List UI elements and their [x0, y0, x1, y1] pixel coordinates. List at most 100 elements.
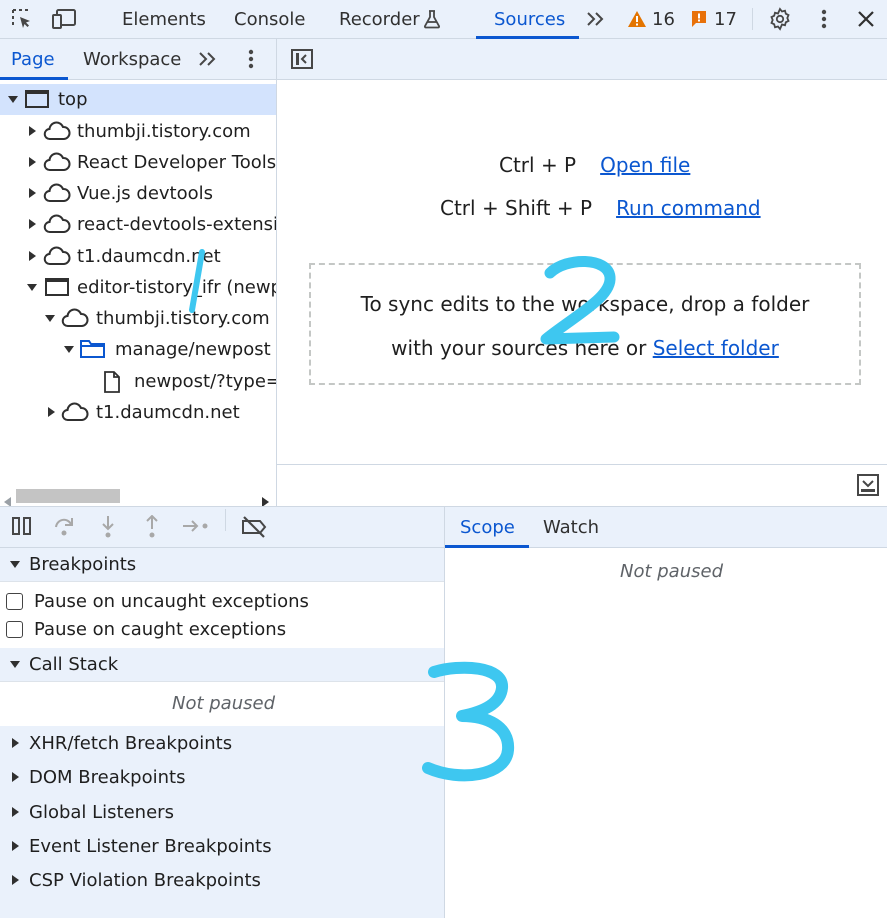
- folder-icon: [79, 338, 107, 365]
- expand-arrow-icon[interactable]: [48, 407, 55, 417]
- expand-arrow-icon[interactable]: [29, 251, 36, 261]
- warning-icon[interactable]: [626, 0, 648, 38]
- cloud-icon: [42, 151, 72, 178]
- global-listeners-pane-header[interactable]: Global Listeners: [0, 795, 444, 829]
- tab-elements[interactable]: Elements: [122, 0, 206, 38]
- dom-breakpoints-pane-header[interactable]: DOM Breakpoints: [0, 760, 444, 794]
- expand-arrow-icon[interactable]: [29, 157, 36, 167]
- tab-recorder[interactable]: Recorder: [339, 0, 420, 38]
- file-icon: [102, 370, 122, 399]
- tab-watch[interactable]: Watch: [543, 507, 599, 547]
- annotation-number-two: [540, 256, 620, 345]
- main-toolbar: Elements Console Recorder Sources 16 17: [0, 0, 887, 39]
- gear-icon[interactable]: [767, 0, 793, 38]
- cloud-icon: [42, 182, 72, 209]
- shortcut-open-file: Ctrl + P Open file: [499, 153, 691, 177]
- tree-item[interactable]: manage/newpost: [0, 334, 276, 365]
- select-folder-link[interactable]: Select folder: [653, 336, 779, 360]
- warnings-count: 16: [652, 8, 675, 30]
- tree-item[interactable]: Vue.js devtools: [0, 178, 276, 209]
- tree-item[interactable]: thumbji.tistory.com: [0, 303, 276, 334]
- step-icon[interactable]: [182, 515, 210, 542]
- csp-violation-breakpoints-pane-header[interactable]: CSP Violation Breakpoints: [0, 863, 444, 897]
- editor-header: [277, 39, 887, 80]
- pause-uncaught-checkbox[interactable]: [6, 592, 23, 610]
- expand-arrow-icon: [12, 841, 19, 851]
- navigator-menu-icon[interactable]: [242, 39, 260, 79]
- pause-caught-row[interactable]: Pause on caught exceptions: [0, 615, 444, 643]
- tree-item[interactable]: editor-tistory_ifr (newpost): [0, 272, 276, 303]
- tree-item[interactable]: React Developer Tools: [0, 147, 276, 178]
- flask-icon: [421, 0, 443, 38]
- run-command-link[interactable]: Run command: [616, 196, 761, 220]
- cloud-icon: [60, 401, 90, 428]
- expand-arrow-icon[interactable]: [29, 126, 36, 136]
- frame-icon: [24, 88, 50, 115]
- expand-arrow-icon: [12, 738, 19, 748]
- expand-arrow-icon[interactable]: [8, 96, 18, 103]
- expand-arrow-icon[interactable]: [45, 315, 55, 322]
- issues-count: 17: [714, 8, 737, 30]
- tree-item[interactable]: t1.daumcdn.net: [0, 397, 276, 428]
- more-navigator-tabs-icon[interactable]: [196, 39, 218, 79]
- tab-console[interactable]: Console: [234, 0, 305, 38]
- file-tree: top thumbji.tistory.com React Developer …: [0, 80, 276, 484]
- expand-arrow-icon[interactable]: [29, 188, 36, 198]
- inspect-element-icon[interactable]: [8, 0, 36, 38]
- cloud-icon: [42, 213, 72, 240]
- editor-footer: [277, 464, 887, 506]
- annotation-number-one: [189, 249, 205, 313]
- expand-arrow-icon[interactable]: [64, 346, 74, 353]
- expand-arrow-icon[interactable]: [29, 219, 36, 229]
- pause-caught-checkbox[interactable]: [6, 620, 23, 638]
- expand-arrow-icon[interactable]: [27, 284, 37, 291]
- tree-item[interactable]: thumbji.tistory.com: [0, 116, 276, 147]
- breakpoints-pane-header[interactable]: Breakpoints: [0, 548, 444, 582]
- expand-arrow-icon: [12, 807, 19, 817]
- expand-arrow-icon: [12, 772, 19, 782]
- close-icon[interactable]: [855, 0, 877, 38]
- debugger-toolbar-divider: [225, 509, 226, 531]
- tree-item-top[interactable]: top: [0, 84, 276, 115]
- expand-arrow-icon: [12, 875, 19, 885]
- pause-uncaught-row[interactable]: Pause on uncaught exceptions: [0, 587, 444, 615]
- tree-item[interactable]: t1.daumcdn.net: [0, 241, 276, 272]
- step-over-icon[interactable]: [53, 515, 77, 542]
- call-stack-pane-header[interactable]: Call Stack: [0, 648, 444, 682]
- step-out-icon[interactable]: [142, 514, 162, 544]
- active-scope-tab-indicator: [445, 545, 529, 548]
- kebab-menu-icon[interactable]: [814, 0, 834, 38]
- frame-icon: [44, 276, 70, 303]
- scope-status: Not paused: [620, 561, 723, 582]
- scope-header: Scope Watch: [445, 506, 887, 548]
- step-into-icon[interactable]: [98, 515, 118, 544]
- tab-sources[interactable]: Sources: [494, 0, 565, 38]
- shortcut-run-command: Ctrl + Shift + P Run command: [440, 196, 761, 220]
- collapse-arrow-icon: [10, 661, 20, 668]
- call-stack-status: Not paused: [172, 693, 275, 714]
- toggle-drawer-icon[interactable]: [856, 473, 880, 502]
- pause-resume-icon[interactable]: [11, 515, 33, 542]
- toggle-navigator-icon[interactable]: [290, 48, 314, 75]
- debugger-toolbar: [0, 506, 444, 548]
- tree-item[interactable]: newpost/?type=post: [0, 366, 276, 397]
- deactivate-breakpoints-icon[interactable]: [240, 515, 268, 544]
- xhr-breakpoints-pane-header[interactable]: XHR/fetch Breakpoints: [0, 726, 444, 760]
- scrollbar-thumb[interactable]: [16, 489, 120, 503]
- navigator-header: Page Workspace: [0, 39, 276, 80]
- event-listener-breakpoints-pane-header[interactable]: Event Listener Breakpoints: [0, 829, 444, 863]
- open-file-link[interactable]: Open file: [600, 153, 690, 177]
- tab-workspace[interactable]: Workspace: [83, 39, 181, 79]
- annotation-number-three: [422, 661, 515, 782]
- device-toolbar-icon[interactable]: [50, 0, 80, 38]
- more-tabs-icon[interactable]: [584, 0, 606, 38]
- toolbar-divider: [752, 8, 753, 30]
- issue-icon[interactable]: [690, 0, 708, 38]
- tab-page[interactable]: Page: [11, 39, 55, 79]
- collapse-arrow-icon: [10, 561, 20, 568]
- tree-horizontal-scrollbar[interactable]: [0, 484, 276, 507]
- cloud-icon: [42, 120, 72, 147]
- tab-scope[interactable]: Scope: [460, 507, 515, 547]
- cloud-icon: [60, 307, 90, 334]
- tree-item[interactable]: react-devtools-extension: [0, 209, 276, 240]
